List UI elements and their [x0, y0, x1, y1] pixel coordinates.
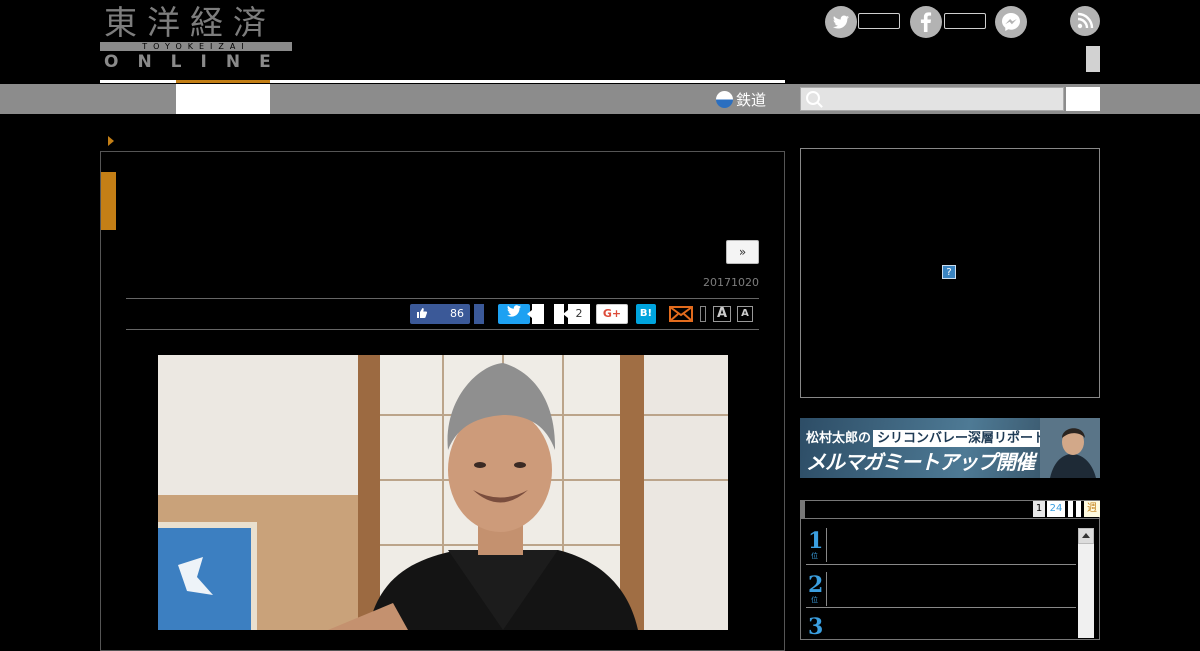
rank-divider-1 [826, 528, 827, 562]
ranking-tab-blank-b[interactable] [1076, 501, 1081, 517]
ranking-header-accent [801, 500, 805, 518]
rss-icon[interactable] [1070, 6, 1100, 36]
banner-portrait [1040, 418, 1100, 478]
rank-suffix-1: 位 [811, 552, 818, 560]
ranking-scrollbar[interactable] [1078, 528, 1094, 638]
nav-item-railway-label: 鉄道 [736, 90, 767, 109]
font-size-large-button[interactable]: A [713, 306, 731, 322]
nav-tab-active[interactable] [176, 84, 270, 114]
article-title-accent [101, 172, 116, 230]
site-logo-online: ONLINE [104, 52, 290, 72]
nav-item-railway[interactable]: 鉄道 [716, 88, 766, 110]
twitter-follow-count [858, 13, 900, 29]
next-page-button[interactable]: » [726, 240, 759, 264]
rank-suffix-2: 位 [811, 596, 818, 604]
banner-headline: メルマガミートアップ開催 [806, 450, 1035, 474]
article-photo [158, 355, 728, 630]
search-button[interactable] [1066, 87, 1100, 111]
header-rule-accent [176, 80, 270, 83]
scroll-up-arrow-icon[interactable] [1078, 528, 1094, 544]
ranking-header-rule [800, 518, 1100, 519]
rank-number-2: 2 [808, 572, 824, 598]
rank-number-3: 3 [808, 614, 824, 640]
rank-divider-2 [826, 572, 827, 606]
rank-number-1: 1 [808, 528, 824, 554]
ad-info-badge[interactable]: ? [942, 265, 956, 279]
share-extra-button[interactable] [700, 306, 706, 322]
ranking-tab-24[interactable]: 24 [1047, 501, 1065, 517]
banner-series-title: シリコンバレー深層リポート [873, 430, 1051, 447]
share-bar-top-rule [126, 298, 759, 299]
messenger-icon[interactable] [995, 6, 1027, 38]
site-logo-kanji[interactable]: 東洋経済 [104, 4, 276, 42]
search-input[interactable] [800, 87, 1064, 111]
facebook-like-count [944, 13, 986, 29]
newsletter-meetup-banner[interactable]: 松村太郎の シリコンバレー深層リポート メルマガミートアップ開催 [800, 418, 1100, 478]
site-logo-romaji: TOYOKEIZAI [100, 42, 292, 51]
banner-line1: 松村太郎の シリコンバレー深層リポート [806, 427, 1051, 447]
tweet-count [527, 304, 544, 324]
header-menu-button[interactable] [1086, 46, 1100, 72]
google-plus-button[interactable]: G+ [596, 304, 628, 324]
ranking-tab-1[interactable]: 1 [1033, 501, 1045, 517]
hatena-bookmark-button[interactable]: B! [636, 304, 656, 324]
train-icon [716, 90, 733, 108]
tweet-button[interactable] [498, 304, 530, 324]
article-date: 20171020 [703, 276, 759, 289]
hatena-bookmark-count: 2 [563, 304, 590, 324]
breadcrumb-arrow-icon [108, 136, 114, 146]
font-size-small-button[interactable]: A [737, 306, 753, 322]
rank-row-rule-1 [806, 564, 1076, 565]
search-icon [806, 91, 820, 105]
ranking-tab-weekly[interactable]: 週 [1084, 501, 1100, 517]
twitter-icon[interactable] [825, 6, 857, 38]
facebook-icon[interactable] [910, 6, 942, 38]
mail-icon[interactable] [669, 306, 693, 322]
facebook-share-button[interactable] [474, 304, 484, 324]
hatena-count-group: 2 [554, 304, 590, 324]
share-bar-bottom-rule [126, 329, 759, 330]
ranking-widget [800, 500, 1100, 640]
facebook-like-count-value: 86 [450, 307, 464, 320]
tweet-bird-icon [507, 305, 521, 317]
rank-row-rule-2 [806, 607, 1076, 608]
facebook-like-button[interactable]: 86 [410, 304, 470, 324]
thumbs-up-icon [416, 307, 428, 322]
ranking-tab-blank-a[interactable] [1068, 501, 1073, 517]
banner-author: 松村太郎の [806, 431, 872, 446]
